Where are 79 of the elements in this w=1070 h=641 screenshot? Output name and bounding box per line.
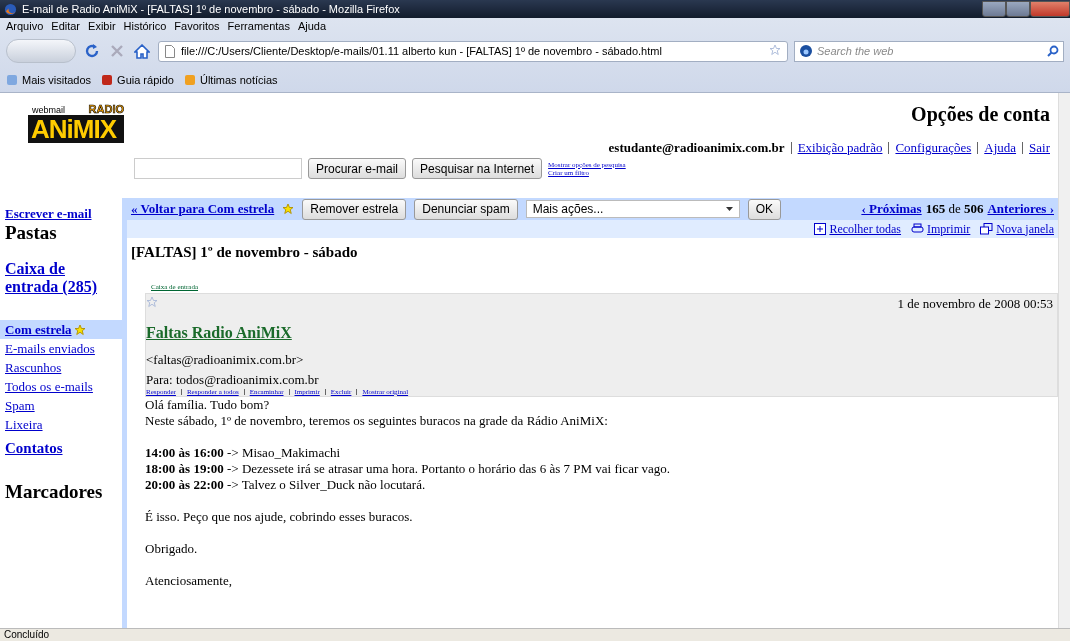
body-line: É isso. Peço que nos ajude, cobrindo esses buracos.: [145, 509, 414, 525]
account-options-heading: Opções de conta: [911, 103, 1050, 126]
search-engine-icon: [799, 44, 813, 58]
bookmark-link[interactable]: Mais visitados: [6, 74, 92, 86]
body-line: Atenciosamente,: [145, 573, 233, 589]
bookmark-link[interactable]: Guia rápido: [101, 74, 174, 86]
bookmark-icon: [6, 74, 18, 86]
tool-link[interactable]: Imprimir: [911, 221, 971, 237]
stop-button[interactable]: [108, 44, 126, 58]
new-window-icon: [980, 223, 994, 235]
action-button[interactable]: Denunciar spam: [414, 198, 518, 220]
search-button[interactable]: Pesquisar na Internet: [412, 158, 543, 179]
window-title: E-mail de Radio AniMiX - [FALTAS] 1º de novembro - sábado - Mozilla Firefox: [22, 3, 400, 15]
tool-link[interactable]: Nova janela: [980, 221, 1054, 237]
close-button[interactable]: [1030, 1, 1070, 17]
webmail-logo: webmail RADIO ANiMIX: [28, 103, 124, 198]
account-link[interactable]: Sair: [1029, 140, 1050, 156]
bookmark-icon: [183, 74, 196, 86]
browser-logo-icon: [4, 2, 17, 16]
body-line: 20:00 às 22:00 -> Talvez o Silver_Duck não locutará.: [145, 477, 427, 493]
message-subject: [FALTAS] 1º de novembro - sábado: [131, 244, 359, 261]
body-line: 14:00 às 16:00 -> Misao_Makimachi: [145, 445, 342, 461]
tool-link[interactable]: Recolher todas: [814, 221, 902, 237]
account-link[interactable]: Configurações: [895, 140, 972, 156]
recipient: Para: todos@radioanimix.com.br: [146, 372, 320, 388]
compose-link[interactable]: Escrever e-mail: [0, 206, 122, 222]
body-line: 18:00 às 19:00 -> Dezessete irá se atrasar uma hora. Portanto o horário das 6 às 7 PM vai ficar vago.: [145, 461, 671, 477]
maximize-button[interactable]: [1006, 1, 1030, 17]
menu-item[interactable]: Histórico: [123, 20, 167, 32]
newer-link[interactable]: ‹ Próximas: [861, 201, 922, 217]
print-icon: [911, 223, 925, 235]
message-position: 165 de 506: [925, 201, 984, 217]
user-email: estudante@radioanimix.com.br: [608, 140, 785, 156]
more-actions-dropdown[interactable]: Mais ações...: [525, 200, 740, 218]
back-forward-button[interactable]: [6, 39, 76, 63]
bookmark-icon: [101, 74, 114, 86]
folders-heading: Pastas: [4, 222, 58, 244]
menu-item[interactable]: Ajuda: [297, 20, 327, 32]
action-button[interactable]: Remover estrela: [302, 198, 407, 220]
folder-link[interactable]: Todos os e-mails: [0, 377, 122, 396]
labels-heading: Marcadores: [4, 481, 104, 503]
ok-button[interactable]: OK: [747, 198, 781, 220]
collapse-icon: [814, 223, 827, 235]
star-icon: [282, 203, 295, 215]
search-button[interactable]: Procurar e-mail: [308, 158, 407, 179]
body-line: Neste sábado, 1º de novembro, teremos os seguintes buracos na grade da Rádio AniMiX:: [145, 413, 609, 429]
folder-link[interactable]: Spam: [0, 396, 122, 415]
inbox-link[interactable]: Caixa de entrada (285): [0, 260, 122, 296]
scrollbar[interactable]: [1058, 93, 1070, 628]
back-link[interactable]: « Voltar para Com estrela: [131, 201, 275, 217]
menu-item[interactable]: Arquivo: [6, 20, 44, 32]
page-icon: [165, 44, 175, 58]
star-outline-icon: [769, 44, 781, 56]
menu-item[interactable]: Editar: [51, 20, 81, 32]
account-link[interactable]: Ajuda: [984, 140, 1017, 156]
folder-link[interactable]: E-mails enviados: [0, 339, 122, 358]
minimize-button[interactable]: [982, 1, 1006, 17]
mail-search-field[interactable]: [134, 158, 302, 179]
account-link[interactable]: Exibição padrão: [797, 140, 883, 156]
home-button[interactable]: [132, 43, 152, 59]
web-search-field[interactable]: Search the web: [794, 40, 1064, 62]
folder-link[interactable]: Lixeira: [0, 415, 122, 434]
message-date: 1 de novembro de 2008 00:53: [897, 296, 1053, 312]
menu-item[interactable]: Favoritos: [174, 20, 220, 32]
contacts-link[interactable]: Contatos: [0, 440, 122, 457]
sender-address: <faltas@radioanimix.com.br>: [146, 352, 305, 368]
search-icon: [1047, 45, 1059, 57]
older-link[interactable]: Anteriores ›: [987, 201, 1054, 217]
address-field[interactable]: file:///C:/Users/Cliente/Desktop/e-mails/01.11 alberto kun - [FALTAS] 1º de novembro - sábado.html: [158, 40, 788, 62]
body-line: Olá família. Tudo bom?: [145, 397, 271, 413]
status-text: Concluído: [0, 628, 1070, 641]
folder-link[interactable]: Rascunhos: [0, 358, 122, 377]
menu-item[interactable]: Exibir: [88, 20, 116, 32]
sender-name[interactable]: Faltas Radio AniMiX: [146, 324, 292, 342]
menu-item[interactable]: Ferramentas: [227, 20, 290, 32]
bookmark-link[interactable]: Últimas notícias: [183, 74, 278, 86]
folder-link[interactable]: Com estrela: [0, 320, 122, 339]
caret-icon: [725, 207, 733, 211]
body-line: Obrigado.: [145, 541, 199, 557]
